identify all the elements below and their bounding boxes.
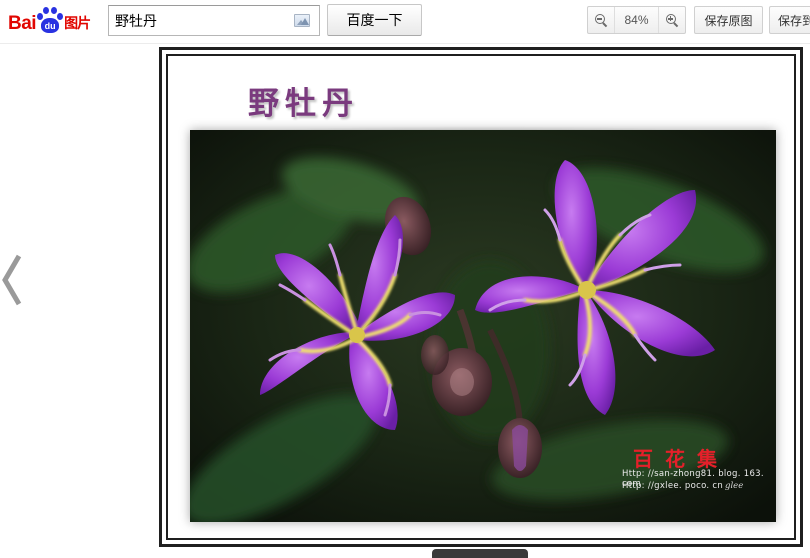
save-to-button[interactable]: 保存到 [769, 6, 810, 34]
logo-text-du: du [41, 18, 60, 33]
save-original-button[interactable]: 保存原图 [694, 6, 763, 34]
watermark-url-2: Http: //gxlee. poco. cn [622, 481, 724, 491]
image-inner-frame: 野牡丹 百花集 Http: //san-zhong81. blog. 163. … [166, 54, 796, 540]
search-button[interactable]: 百度一下 [327, 4, 422, 36]
image-viewer-page: Bai du 图片 百度一下 84% [0, 0, 810, 558]
thumbnail-toggle-tab[interactable] [432, 549, 528, 558]
flower-photo: 百花集 Http: //san-zhong81. blog. 163. com … [190, 130, 776, 522]
watermark-signature: glee [725, 481, 744, 491]
main-image[interactable]: 野牡丹 百花集 Http: //san-zhong81. blog. 163. … [159, 47, 803, 547]
poster-title: 野牡丹 [248, 86, 359, 122]
logo-text-tupian: 图片 [64, 16, 91, 32]
previous-image-button[interactable] [0, 252, 24, 308]
zoom-in-icon [665, 13, 679, 27]
watermark-title: 百花集 [633, 447, 729, 471]
zoom-out-button[interactable] [588, 7, 615, 33]
zoom-controls: 84% [587, 6, 686, 34]
zoom-out-icon [594, 13, 608, 27]
baidu-logo[interactable]: Bai du 图片 [8, 5, 91, 35]
chevron-left-icon [2, 254, 22, 306]
camera-icon[interactable] [294, 14, 310, 27]
top-bar: Bai du 图片 百度一下 84% [0, 0, 810, 44]
logo-text-bai: Bai [8, 13, 37, 34]
zoom-level: 84% [624, 13, 649, 27]
zoom-in-button[interactable] [658, 7, 685, 33]
paw-icon: du [37, 7, 64, 35]
search-input[interactable] [109, 6, 289, 35]
search-box [108, 5, 320, 36]
